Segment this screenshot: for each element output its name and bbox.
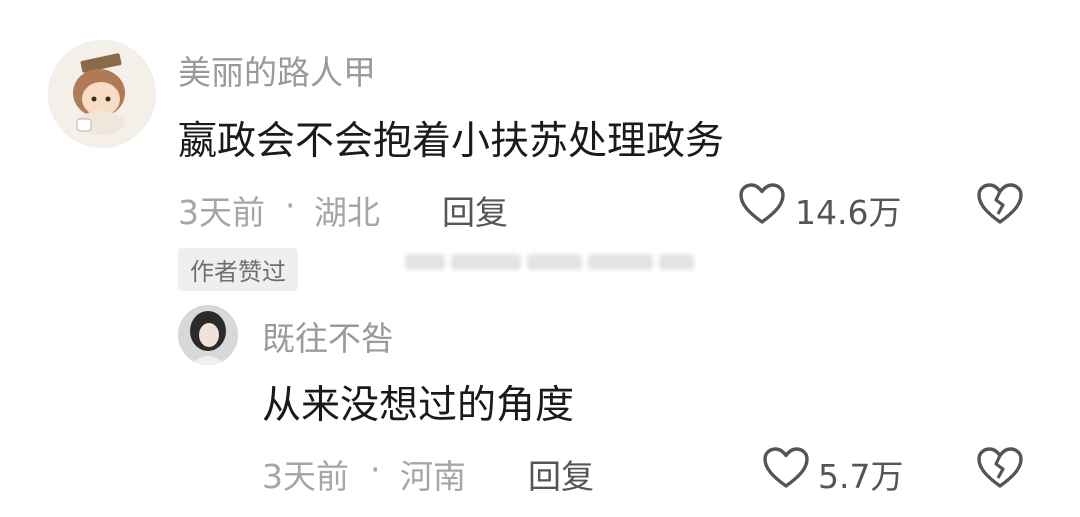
- meta-separator: ·: [370, 450, 381, 489]
- comment-text: 从来没想过的角度: [262, 383, 575, 428]
- comment-text: 嬴政会不会抱着小扶苏处理政务: [178, 119, 725, 164]
- avatar[interactable]: [48, 40, 156, 148]
- broken-heart-icon[interactable]: [976, 182, 1024, 226]
- like-count: 14.6万: [795, 193, 902, 232]
- heart-outline-icon[interactable]: [738, 182, 786, 226]
- comment-time: 3天前: [262, 457, 349, 496]
- comment-username[interactable]: 美丽的路人甲: [178, 46, 376, 94]
- comment-location: 河南: [400, 457, 466, 496]
- meta-separator: ·: [285, 186, 296, 225]
- comment-time: 3天前: [178, 193, 265, 232]
- blurred-text: [405, 254, 694, 270]
- heart-outline-icon[interactable]: [762, 446, 810, 490]
- author-liked-badge: 作者赞过: [178, 248, 298, 291]
- comment-location: 湖北: [314, 193, 380, 232]
- avatar-illustration: [49, 41, 155, 147]
- comment-username[interactable]: 既往不咎: [262, 312, 394, 360]
- broken-heart-icon[interactable]: [976, 446, 1024, 490]
- avatar-photo: [178, 305, 238, 365]
- reply-button[interactable]: 回复: [528, 450, 594, 498]
- reply-button[interactable]: 回复: [442, 186, 508, 234]
- like-count: 5.7万: [818, 457, 904, 496]
- avatar[interactable]: [178, 305, 238, 365]
